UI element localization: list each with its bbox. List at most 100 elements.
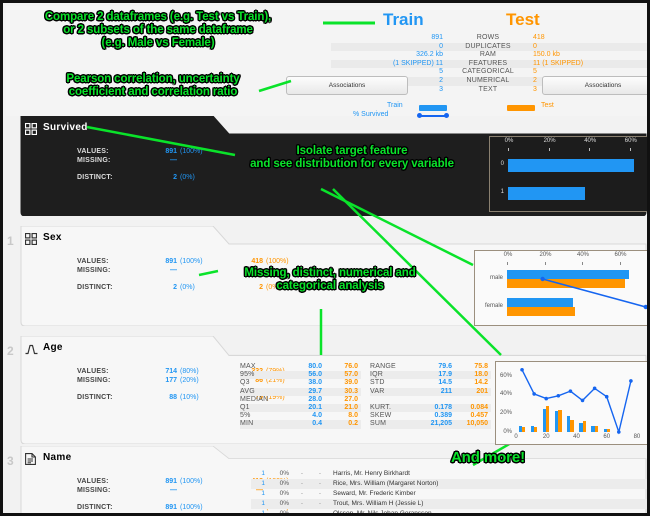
survived-line [540,276,647,310]
train-missing-pct: (20%) [180,377,199,384]
bar-train [508,186,586,200]
row-dash-1: - [300,510,304,516]
train-distinct-value: 891 [165,504,177,511]
associations-button-test[interactable]: Associations [542,76,647,95]
stat-test: 30.3 [344,387,358,395]
stat-train: 17.9 [438,371,452,379]
stat-train: 211 [440,387,452,395]
stat-test: 27.0 [344,395,358,403]
row-dash-2: - [318,490,322,497]
table-row: 1 0% - - Rice, Mrs. William (Margaret Norton… [251,479,647,489]
stat-row: IQR 17.9 18.0 [370,371,491,380]
feature-name: Age [43,342,63,353]
train-distinct-pct: (0%) [180,174,195,181]
row-count: 1 [261,500,265,507]
stat-metric-label: FEATURES [468,59,508,67]
stat-key: KURT. [370,403,392,411]
stat-key: Q1 [240,403,250,411]
test-values-pct: (100%) [266,258,289,265]
train-title: Train [383,10,424,29]
stat-train: 38.0 [308,379,322,387]
values: VALUES: [77,368,109,375]
stat-test: 0.457 [470,412,488,420]
survived-distribution: 0% 20% 40% 60% 0 1 [489,136,647,212]
row-text: Rice, Mrs. William (Margaret Norton) [333,480,439,487]
feature-name: Name [43,452,72,463]
dataframe-comparison-report: Train Test 891 ROWS 418 0 DUPLICATES 0 326.2 k… [0,0,650,516]
axis-tick [508,148,509,151]
train-values-value: 891 [165,258,177,265]
train-values-pct: (100%) [180,258,203,265]
y-tick-label: 0 [500,161,504,167]
annotation-missing: Missing, distinct, numerical and categor… [244,267,416,292]
stat-train [416,396,452,404]
row-dash-2: - [318,470,322,477]
stat-row: 95% 56.0 57.0 [240,371,361,380]
stat-key: 95% [240,371,255,379]
values: VALUES: [77,148,109,155]
stat-row: (1 SKIPPED) 11 FEATURES 11 (1 SKIPPED) [331,59,647,69]
stat-row: KURT. 0.178 0.084 [370,403,491,413]
row-text: Trout, Mrs. William H (Jessie L) [333,500,424,507]
axis-tick [589,148,591,151]
sex-distribution: 0% 20% 40% 60% male female [474,250,647,326]
table-row: 1 0% - - Seward, Mr. Frederic Kimber [251,489,647,499]
document-icon [25,452,37,465]
distinct: DISTINCT: [77,174,113,181]
stat-test-value: 418 [533,34,545,41]
grid-icon [24,232,38,246]
associations-button-train[interactable]: Associations [286,76,408,95]
stat-key: VAR [370,387,385,395]
train-missing-value: 177 [165,377,177,384]
stat-key: RANGE [370,363,396,370]
missing: MISSING: [77,487,111,494]
row-count: 1 [261,470,265,477]
stat-key: MEDIAN [240,395,269,403]
stat-key: SUM [370,420,387,428]
y-tick-label: 1 [500,189,504,195]
row-count: 1 [261,510,265,516]
row-dash-2: - [318,480,322,487]
stat-train: 28.0 [308,395,322,403]
stat-train-value: 891 [431,34,443,41]
stat-key: STD [370,379,385,387]
row-pct: 0% [279,500,289,507]
values: VALUES: [77,478,109,485]
feature-row-number: 1 [7,234,14,248]
stat-test-value: 11 (1 SKIPPED) [533,59,584,67]
stat-row: AVG 29.7 30.3 [240,387,361,396]
stat-key: 5% [240,412,251,420]
stat-test: 76.0 [344,363,358,370]
stat-metric-label: CATEGORICAL [462,68,514,76]
stat-metric-label: NUMERICAL [466,76,510,84]
legend-test-label: Test [541,102,554,109]
stat-row: SUM 21,205 10,050 [370,420,491,429]
stat-row: 891 ROWS 418 [331,34,647,43]
table-row: 1 0% - - Trout, Mrs. William H (Jessie L) [251,499,647,509]
name-frequency-table: 1 0% - - Harris, Mr. Henry Birkhardt 1 0% - - Ric… [251,469,647,516]
stat-row: 5% 4.0 8.0 [240,412,361,420]
row-pct: 0% [279,470,289,477]
train-values-value: 891 [165,148,177,155]
distinct: DISTINCT: [77,284,113,291]
train-values-value: 891 [165,478,177,485]
age-stats-right: RANGE 79.6 75.8 IQR 17.9 18.0 STD 14.5 14.2 VAR 21… [370,363,491,429]
row-dash-2: - [318,510,322,516]
age-stats-left: MAX 80.0 76.0 95% 56.0 57.0 Q3 38.0 39.0 AVG 29.7 3… [240,363,361,429]
feature-row-number: 3 [7,454,14,468]
stat-train: 14.5 [438,379,452,387]
row-dash-1: - [300,480,304,487]
table-row: 1 0% - - Harris, Mr. Henry Birkhardt [251,469,647,479]
train-missing-value: — [170,267,177,274]
train-distinct-pct: (100%) [180,504,203,511]
stat-metric-label: DUPLICATES [465,42,511,50]
distinct: DISTINCT: [77,504,113,511]
stat-row: MIN 0.4 0.2 [240,420,361,429]
annotation-pearson: Pearson correlation, uncertainty coeffic… [66,73,240,98]
train-values-pct: (100%) [180,478,203,485]
train-values-pct: (100%) [180,148,203,155]
stat-train: 0.4 [312,420,322,428]
train-distinct-value: 2 [173,174,177,181]
stat-test: 8.0 [348,412,358,420]
stat-key: AVG [240,387,255,395]
